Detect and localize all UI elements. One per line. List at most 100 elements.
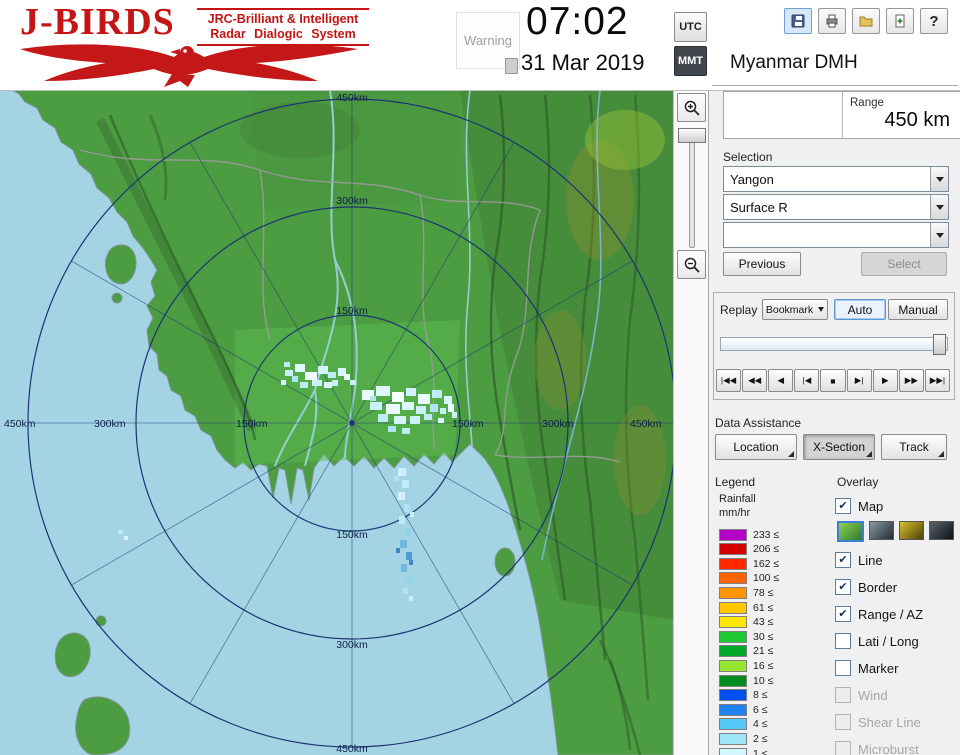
zoom-slider-track[interactable] bbox=[689, 130, 695, 248]
chevron-down-icon bbox=[818, 307, 825, 312]
playback-skip-to-end-button[interactable]: ▶▶| bbox=[924, 369, 950, 392]
legend-label: 2 ≤ bbox=[753, 732, 768, 745]
legend-label: 100 ≤ bbox=[753, 572, 780, 585]
playback-step-back-button[interactable]: |◀ bbox=[794, 369, 820, 392]
legend-color-swatch bbox=[719, 703, 747, 716]
overlay-label: Line bbox=[858, 552, 883, 568]
legend-color-swatch bbox=[719, 543, 747, 556]
map-style-swatch-dark[interactable] bbox=[869, 521, 894, 540]
ring-label-150-bottom: 150km bbox=[336, 529, 368, 541]
overlay-item-range-az[interactable]: ✔ Range / AZ bbox=[835, 605, 923, 623]
legend-row: 61 ≤ bbox=[719, 601, 773, 614]
legend-title: Legend bbox=[715, 475, 756, 489]
timezone-utc-button[interactable]: UTC bbox=[674, 12, 707, 42]
legend-label: 61 ≤ bbox=[753, 601, 774, 614]
timezone-mmt-button[interactable]: MMT bbox=[674, 46, 707, 76]
legend-unit-line1: Rainfall bbox=[719, 493, 756, 505]
question-mark-icon: ? bbox=[929, 12, 939, 30]
product-dropdown[interactable]: Surface R bbox=[723, 194, 949, 220]
overlay-label: Shear Line bbox=[858, 714, 921, 730]
map-style-swatch-terrain[interactable] bbox=[837, 521, 864, 542]
legend-label: 162 ≤ bbox=[753, 557, 780, 570]
checkbox[interactable] bbox=[835, 633, 851, 649]
playback-fast-forward-button[interactable]: ▶▶ bbox=[898, 369, 924, 392]
legend-color-swatch bbox=[719, 557, 747, 570]
playback-skip-to-start-button[interactable]: |◀◀ bbox=[716, 369, 742, 392]
overlay-label: Lati / Long bbox=[858, 633, 919, 649]
overlay-item-border[interactable]: ✔ Border bbox=[835, 578, 897, 596]
option-dropdown-value bbox=[724, 223, 930, 247]
legend-label: 78 ≤ bbox=[753, 586, 774, 599]
legend-row: 43 ≤ bbox=[719, 616, 773, 629]
auto-mode-button[interactable]: Auto bbox=[834, 299, 886, 320]
checkbox[interactable] bbox=[835, 660, 851, 676]
zoom-out-button[interactable] bbox=[677, 250, 706, 279]
checkbox bbox=[835, 741, 851, 755]
new-document-button[interactable] bbox=[886, 8, 914, 34]
checkbox bbox=[835, 687, 851, 703]
ring-label-450-right: 450km bbox=[630, 418, 662, 430]
warning-label: Warning bbox=[464, 33, 512, 48]
zoom-in-button[interactable] bbox=[677, 93, 706, 122]
playback-play-reverse-button[interactable]: ◀ bbox=[768, 369, 794, 392]
overlay-rows: ✔ Map ✔ Line ✔ Border ✔ Range / AZ Lati / Long Ma… bbox=[835, 497, 959, 755]
overlay-item-marker[interactable]: Marker bbox=[835, 659, 898, 677]
replay-slider-thumb[interactable] bbox=[933, 334, 946, 355]
map-style-swatch-olive[interactable] bbox=[899, 521, 924, 540]
playback-stop-button[interactable]: ■ bbox=[820, 369, 846, 392]
bookmark-button[interactable]: Bookmark bbox=[762, 299, 828, 320]
site-dropdown-button[interactable] bbox=[930, 167, 948, 191]
manual-mode-button[interactable]: Manual bbox=[888, 299, 948, 320]
previous-button[interactable]: Previous bbox=[723, 252, 801, 276]
checkbox[interactable]: ✔ bbox=[835, 552, 851, 568]
clock-date: 31 Mar 2019 bbox=[521, 50, 645, 75]
legend-color-swatch bbox=[719, 689, 747, 702]
ring-label-150-right: 150km bbox=[452, 418, 484, 430]
chevron-down-icon bbox=[935, 176, 944, 182]
legend-row: 4 ≤ bbox=[719, 718, 768, 731]
product-dropdown-button[interactable] bbox=[930, 195, 948, 219]
range-label: Range bbox=[850, 97, 884, 109]
location-button[interactable]: Location bbox=[715, 434, 797, 460]
legend-color-swatch bbox=[719, 674, 747, 687]
jbirds-app: J-BIRDS JRC-Brilliant & Intelligent Rada… bbox=[0, 0, 960, 755]
option-dropdown[interactable] bbox=[723, 222, 949, 248]
overlay-item-map[interactable]: ✔ Map bbox=[835, 497, 883, 515]
zoom-controls bbox=[673, 90, 709, 755]
help-button[interactable]: ? bbox=[920, 8, 948, 34]
overlay-item-line[interactable]: ✔ Line bbox=[835, 551, 883, 569]
overlay-item-microburst: Microburst bbox=[835, 740, 919, 755]
replay-slider-track[interactable] bbox=[720, 334, 948, 355]
legend-row: 30 ≤ bbox=[719, 630, 773, 643]
save-button[interactable] bbox=[784, 8, 812, 34]
checkbox[interactable]: ✔ bbox=[835, 579, 851, 595]
map-style-swatch-black[interactable] bbox=[929, 521, 954, 540]
logo-subtitle-line2: Radar Dialogic System bbox=[210, 27, 356, 41]
overlay-item-lati-long[interactable]: Lati / Long bbox=[835, 632, 919, 650]
legend-label: 10 ≤ bbox=[753, 674, 774, 687]
legend-color-swatch bbox=[719, 601, 747, 614]
legend-label: 4 ≤ bbox=[753, 718, 768, 731]
playback-fast-rewind-button[interactable]: ◀◀ bbox=[742, 369, 768, 392]
printer-icon bbox=[826, 14, 838, 28]
option-dropdown-button[interactable] bbox=[930, 223, 948, 247]
legend-label: 16 ≤ bbox=[753, 659, 774, 672]
eagle-logo-icon bbox=[20, 44, 358, 87]
date-stepper[interactable] bbox=[505, 58, 518, 74]
x-section-button[interactable]: X-Section bbox=[803, 434, 875, 460]
overlay-label: Wind bbox=[858, 687, 888, 703]
radar-map-display[interactable]: 450km 300km 150km 150km 300km 450km 450k… bbox=[0, 90, 673, 755]
checkbox[interactable]: ✔ bbox=[835, 498, 851, 514]
open-folder-button[interactable] bbox=[852, 8, 880, 34]
legend-color-swatch bbox=[719, 586, 747, 599]
playback-play-button[interactable]: ▶ bbox=[872, 369, 898, 392]
legend-row: 206 ≤ bbox=[719, 543, 779, 556]
track-button[interactable]: Track bbox=[881, 434, 947, 460]
range-box: Range 450 km bbox=[723, 91, 960, 139]
print-button[interactable] bbox=[818, 8, 846, 34]
checkbox[interactable]: ✔ bbox=[835, 606, 851, 622]
site-dropdown[interactable]: Yangon bbox=[723, 166, 949, 192]
zoom-slider-thumb[interactable] bbox=[678, 128, 706, 143]
playback-step-forward-button[interactable]: ▶| bbox=[846, 369, 872, 392]
header: J-BIRDS JRC-Brilliant & Intelligent Rada… bbox=[0, 0, 960, 91]
